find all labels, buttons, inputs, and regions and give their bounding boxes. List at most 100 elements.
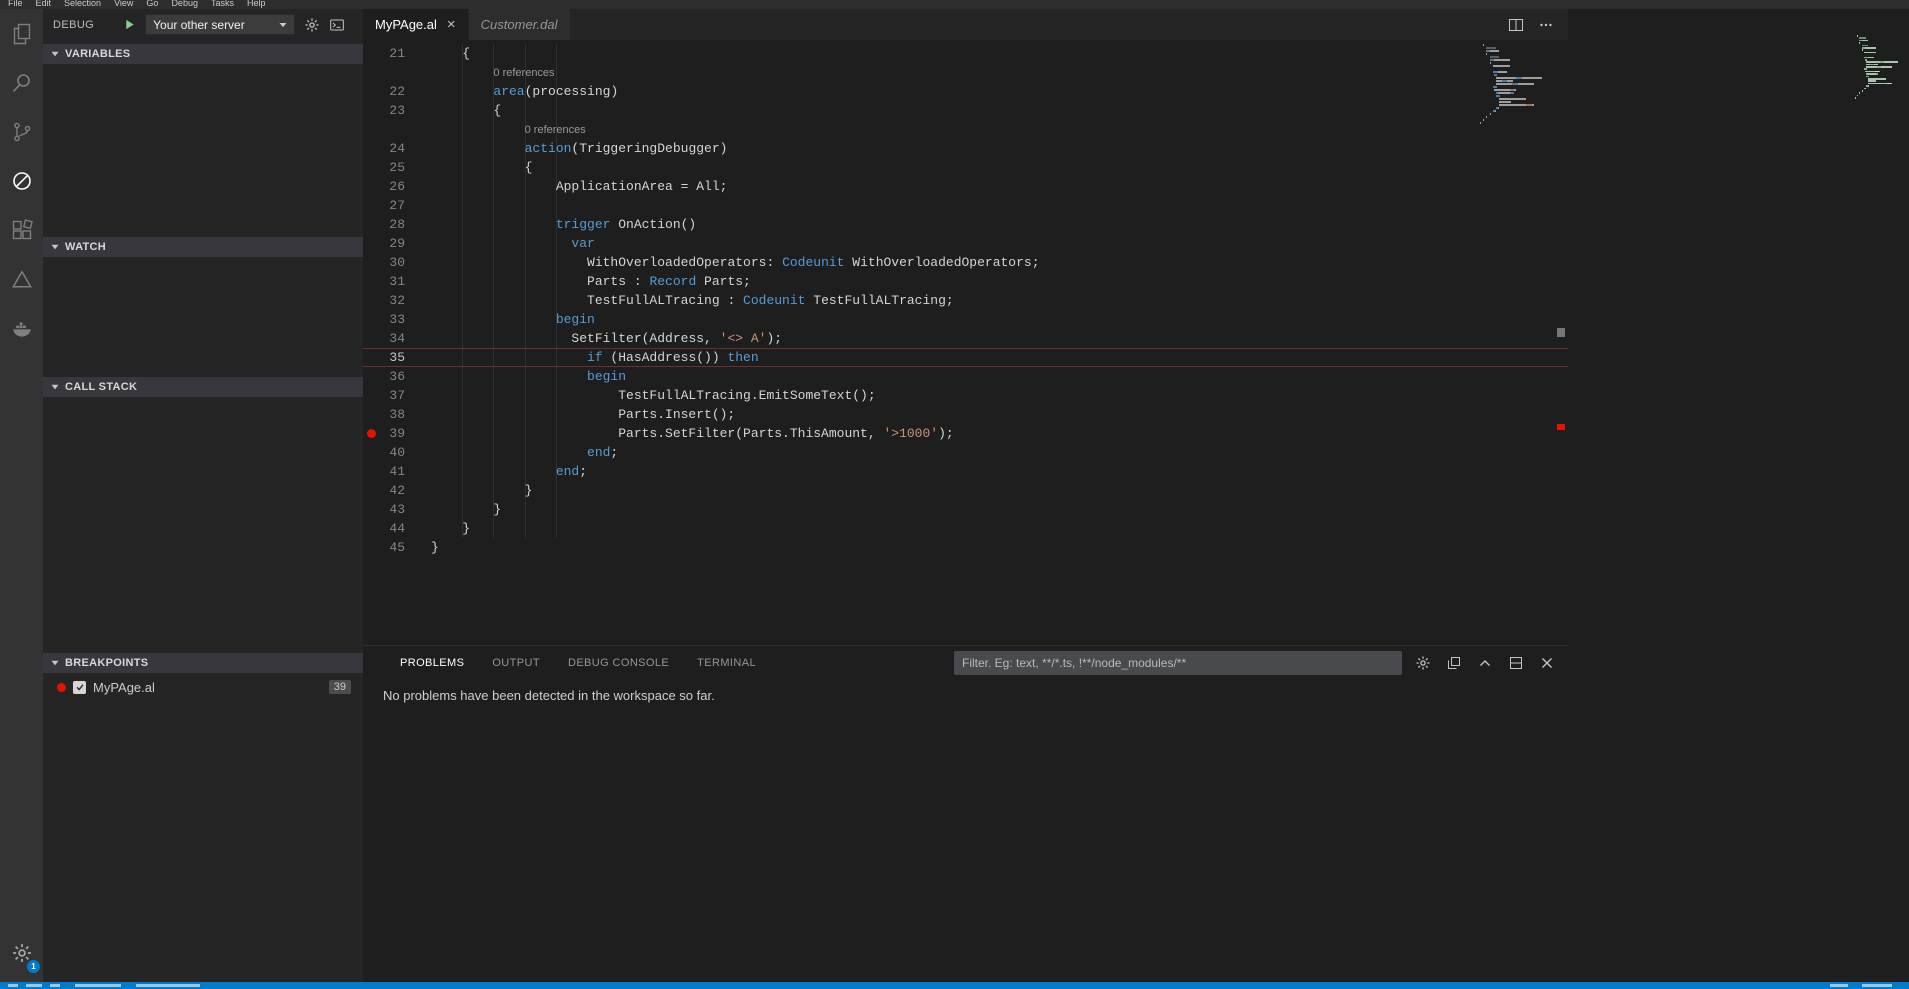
section-header-watch[interactable]: WATCH xyxy=(43,237,363,257)
menu-item-edit[interactable]: Edit xyxy=(36,0,52,8)
breakpoint-margin[interactable] xyxy=(363,500,379,519)
code-text[interactable]: TestFullALTracing : Codeunit TestFullALT… xyxy=(405,291,954,310)
debug-activity-button[interactable] xyxy=(0,156,43,205)
breakpoint-margin[interactable] xyxy=(363,177,379,196)
filter-gear-button[interactable] xyxy=(1412,652,1434,674)
section-header-variables[interactable]: VARIABLES xyxy=(43,44,363,64)
code-text[interactable]: SetFilter(Address, '<> A'); xyxy=(405,329,782,348)
code-text[interactable]: { xyxy=(405,44,470,63)
code-text[interactable]: action(TriggeringDebugger) xyxy=(405,139,727,158)
code-editor[interactable]: 21{0 references22area(processing)23{0 re… xyxy=(363,40,1568,645)
code-text[interactable]: if (HasAddress()) then xyxy=(405,348,759,367)
breakpoint-margin[interactable] xyxy=(363,158,379,177)
code-text[interactable]: Parts.SetFilter(Parts.ThisAmount, '>1000… xyxy=(405,424,954,443)
more-actions-button[interactable] xyxy=(1536,15,1556,35)
minimap[interactable] xyxy=(1480,44,1538,125)
panel-tab-output[interactable]: OUTPUT xyxy=(492,657,540,669)
breakpoint-margin[interactable] xyxy=(363,63,379,82)
breakpoint-margin[interactable] xyxy=(363,348,379,367)
breakpoint-margin[interactable] xyxy=(363,462,379,481)
code-text[interactable]: var xyxy=(405,234,595,253)
codelens-references-link[interactable]: 0 references xyxy=(525,124,586,136)
breakpoint-margin[interactable] xyxy=(363,443,379,462)
breakpoint-margin[interactable] xyxy=(363,272,379,291)
files-activity-button[interactable] xyxy=(0,9,43,58)
breakpoint-margin[interactable] xyxy=(363,291,379,310)
docker-activity-button[interactable] xyxy=(0,303,43,352)
breakpoint-margin[interactable] xyxy=(363,139,379,158)
breakpoint-margin[interactable] xyxy=(363,367,379,386)
breakpoint-margin[interactable] xyxy=(363,386,379,405)
open-panels-button[interactable] xyxy=(1443,652,1465,674)
section-header-call-stack[interactable]: CALL STACK xyxy=(43,377,363,397)
menu-item-help[interactable]: Help xyxy=(247,0,266,8)
menu-item-selection[interactable]: Selection xyxy=(64,0,101,8)
codelens-text[interactable]: 0 references xyxy=(405,63,555,82)
breakpoint-item[interactable]: MyPAge.al39 xyxy=(43,676,363,698)
breakpoint-margin[interactable] xyxy=(363,519,379,538)
breakpoint-margin[interactable] xyxy=(363,253,379,272)
code-text[interactable]: Parts.Insert(); xyxy=(405,405,735,424)
close-tab-icon[interactable]: × xyxy=(447,17,456,32)
breakpoint-margin[interactable] xyxy=(363,101,379,120)
panel-tab-terminal[interactable]: TERMINAL xyxy=(697,657,756,669)
code-text[interactable] xyxy=(405,196,431,215)
source-control-activity-button[interactable] xyxy=(0,107,43,156)
breakpoint-margin[interactable] xyxy=(363,310,379,329)
codelens-references-link[interactable]: 0 references xyxy=(493,67,554,79)
settings-button[interactable]: 1 xyxy=(0,932,43,974)
code-text[interactable]: end; xyxy=(405,443,618,462)
breakpoint-margin[interactable] xyxy=(363,405,379,424)
code-text[interactable]: { xyxy=(405,101,501,120)
panel-tab-problems[interactable]: PROBLEMS xyxy=(400,657,464,669)
menu-item-tasks[interactable]: Tasks xyxy=(211,0,234,8)
breakpoint-margin[interactable] xyxy=(363,215,379,234)
breakpoint-margin[interactable] xyxy=(363,424,379,443)
code-text[interactable]: begin xyxy=(405,367,626,386)
breakpoint-margin[interactable] xyxy=(363,82,379,101)
split-editor-button[interactable] xyxy=(1506,15,1526,35)
menu-item-debug[interactable]: Debug xyxy=(171,0,198,8)
breakpoint-margin[interactable] xyxy=(363,481,379,500)
code-text[interactable]: } xyxy=(405,538,439,557)
editor-tab-mypage.al[interactable]: MyPAge.al× xyxy=(363,9,469,40)
overview-ruler[interactable] xyxy=(1554,40,1568,645)
code-text[interactable]: Parts : Record Parts; xyxy=(405,272,751,291)
codelens-text[interactable]: 0 references xyxy=(405,120,586,139)
code-text[interactable]: area(processing) xyxy=(405,82,618,101)
problems-filter-input[interactable] xyxy=(954,651,1402,675)
debug-console-icon[interactable] xyxy=(329,17,345,33)
breakpoint-margin[interactable] xyxy=(363,329,379,348)
menu-item-go[interactable]: Go xyxy=(146,0,158,8)
search-activity-button[interactable] xyxy=(0,58,43,107)
code-text[interactable]: } xyxy=(405,481,532,500)
code-text[interactable]: trigger OnAction() xyxy=(405,215,696,234)
maximize-panel-button[interactable] xyxy=(1474,652,1496,674)
section-header-breakpoints[interactable]: BREAKPOINTS xyxy=(43,653,363,673)
code-text[interactable]: TestFullALTracing.EmitSomeText(); xyxy=(405,386,876,405)
breakpoint-margin[interactable] xyxy=(363,234,379,253)
code-text[interactable]: } xyxy=(405,519,470,538)
code-text[interactable]: ApplicationArea = All; xyxy=(405,177,727,196)
editor-tab-customer.dal[interactable]: Customer.dal xyxy=(469,9,571,40)
debug-config-select[interactable]: Your other server xyxy=(145,14,295,35)
code-text[interactable]: WithOverloadedOperators: Codeunit WithOv… xyxy=(405,253,1040,272)
breakpoint-margin[interactable] xyxy=(363,196,379,215)
breakpoint-margin[interactable] xyxy=(363,120,379,139)
split-panel-button[interactable] xyxy=(1505,652,1527,674)
code-text[interactable]: { xyxy=(405,158,532,177)
code-text[interactable]: end; xyxy=(405,462,587,481)
breakpoint-margin[interactable] xyxy=(363,44,379,63)
panel-tab-debug-console[interactable]: DEBUG CONSOLE xyxy=(568,657,669,669)
menu-item-file[interactable]: File xyxy=(8,0,23,8)
configure-gear-icon[interactable] xyxy=(304,17,320,33)
menu-item-view[interactable]: View xyxy=(114,0,133,8)
breakpoint-checkbox[interactable] xyxy=(73,681,86,694)
start-debug-icon[interactable] xyxy=(123,18,136,31)
close-panel-button[interactable] xyxy=(1536,652,1558,674)
extensions-activity-button[interactable] xyxy=(0,205,43,254)
al-extension-activity-button[interactable] xyxy=(0,254,43,303)
breakpoint-margin[interactable] xyxy=(363,538,379,557)
code-text[interactable]: begin xyxy=(405,310,595,329)
code-text[interactable]: } xyxy=(405,500,501,519)
